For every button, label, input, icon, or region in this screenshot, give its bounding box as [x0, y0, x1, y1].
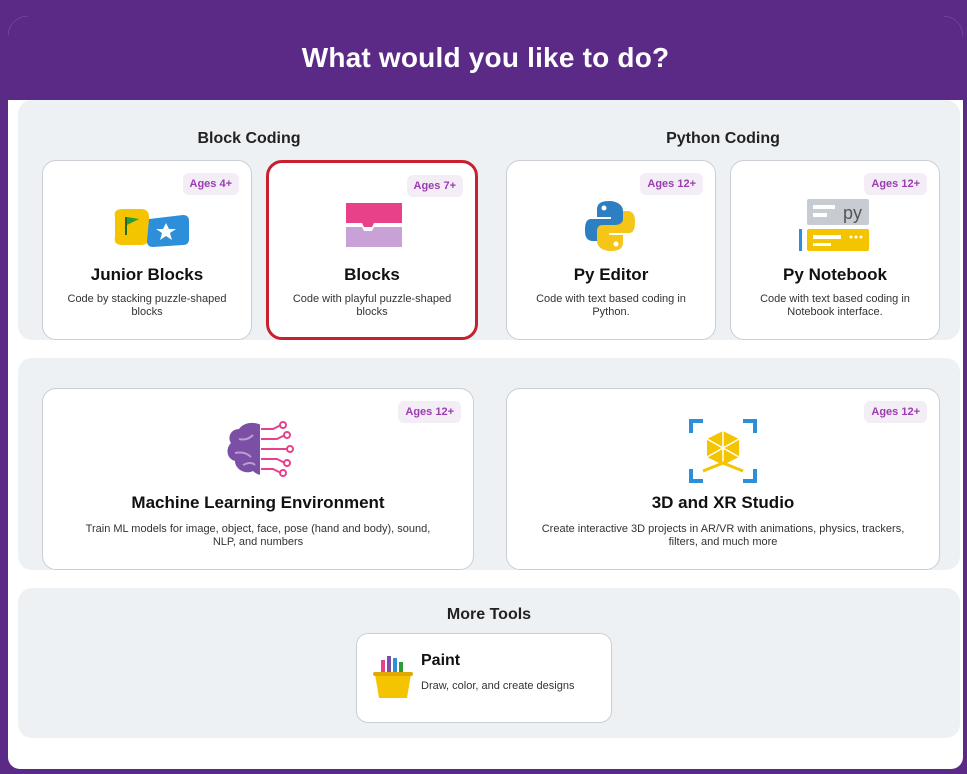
age-badge: Ages 12+ — [864, 173, 927, 195]
coding-section: Block Coding Python Coding Ages 4+ Junio… — [18, 100, 960, 340]
card-desc: Code with text based coding in Notebook … — [760, 293, 910, 318]
card-title: Machine Learning Environment — [131, 493, 385, 512]
card-desc: Train ML models for image, object, face,… — [85, 523, 431, 548]
page-title: What would you like to do? — [301, 42, 670, 73]
header: What would you like to do? — [8, 16, 963, 100]
notebook-icon: py — [799, 199, 869, 251]
blocks-card[interactable]: Ages 7+ Blocks Code with playful puzzle-… — [266, 160, 478, 340]
card-title: Junior Blocks — [90, 265, 204, 284]
age-badge: Ages 12+ — [640, 173, 703, 195]
card-desc: Code by stacking puzzle-shaped blocks — [67, 293, 227, 318]
card-title: Blocks — [344, 265, 400, 284]
ai-xr-section: Ages 12+ Machine Learning Environment Tr… — [18, 358, 960, 570]
age-badge: Ages 12+ — [398, 401, 461, 423]
card-desc: Create interactive 3D projects in AR/VR … — [541, 523, 905, 548]
age-badge: Ages 12+ — [864, 401, 927, 423]
more-tools-title: More Tools — [446, 606, 532, 623]
more-tools-section: More Tools Paint Draw, color, and create… — [18, 588, 960, 738]
brain-icon — [227, 421, 294, 477]
blocks-icon — [346, 203, 402, 247]
junior-blocks-icon — [114, 209, 189, 247]
card-title: Py Editor — [573, 265, 649, 284]
card-desc: Code with playful puzzle-shaped blocks — [292, 293, 452, 318]
svg-text:py: py — [843, 203, 862, 223]
paint-card[interactable]: Paint Draw, color, and create designs — [356, 633, 612, 723]
python-coding-title: Python Coding — [666, 130, 780, 147]
paint-bucket-icon — [373, 656, 413, 698]
py-editor-card[interactable]: Ages 12+ Py Editor Code with text based … — [506, 160, 716, 340]
card-title: 3D and XR Studio — [651, 493, 795, 512]
age-badge: Ages 7+ — [406, 175, 463, 197]
ml-environment-card[interactable]: Ages 12+ Machine Learning Environment Tr… — [42, 388, 474, 570]
card-title: Py Notebook — [783, 265, 887, 284]
python-icon — [585, 201, 635, 251]
py-notebook-card[interactable]: Ages 12+ py Py Notebook Code with text b… — [730, 160, 940, 340]
paint-title: Paint — [421, 652, 461, 669]
xr-studio-card[interactable]: Ages 12+ 3D and XR Studio Create interac… — [506, 388, 940, 570]
cube-icon — [689, 419, 757, 483]
card-desc: Code with text based coding in Python. — [536, 293, 686, 318]
age-badge: Ages 4+ — [182, 173, 239, 195]
paint-desc: Draw, color, and create designs — [421, 680, 575, 692]
block-coding-title: Block Coding — [197, 130, 301, 147]
junior-blocks-card[interactable]: Ages 4+ Junior Blocks Code by stacking p… — [42, 160, 252, 340]
